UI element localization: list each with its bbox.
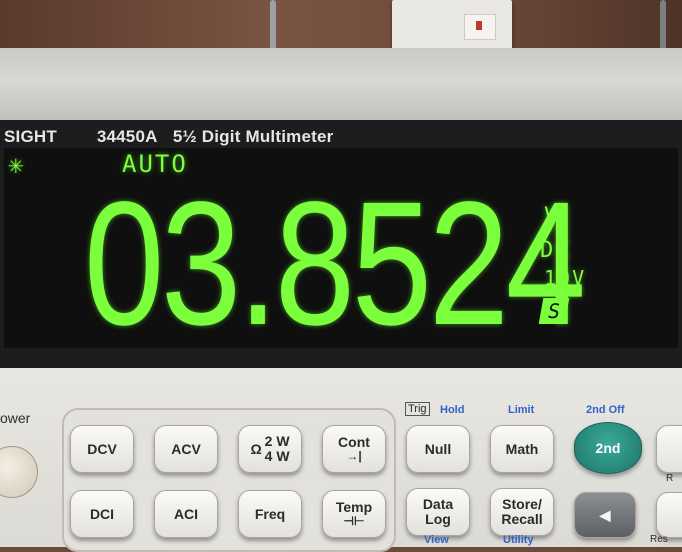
right-edge-button[interactable] [656, 425, 682, 473]
continuity-button[interactable]: Cont →| [322, 425, 386, 473]
acv-button[interactable]: ACV [154, 425, 218, 473]
range-annunciator: 10V [544, 266, 587, 290]
recall-label: Recall [501, 511, 543, 527]
view-label: View [424, 534, 449, 546]
right-edge-button-2[interactable] [656, 492, 682, 538]
ohm-2w-label: 2 W [264, 433, 290, 450]
meter-top-cover [0, 48, 682, 126]
temp-label: Temp [335, 499, 373, 516]
wall-socket [392, 0, 512, 52]
math-button[interactable]: Math [490, 425, 554, 473]
dcv-button[interactable]: DCV [70, 425, 134, 473]
dci-button[interactable]: DCI [70, 490, 134, 538]
measurement-reading: 03.8524 [84, 166, 586, 362]
temp-button[interactable]: Temp ⊣⊢ [322, 490, 386, 538]
power-label: ower [0, 410, 31, 426]
ohm-button[interactable]: Ω 2 W 4 W [238, 425, 302, 473]
unit-annunciator: V [544, 204, 558, 229]
hold-label: Hold [440, 404, 465, 416]
brand-fragment: SIGHT [4, 127, 57, 146]
left-arrow-button[interactable]: ◀ [574, 492, 636, 538]
store-recall-button[interactable]: Store/ Recall [490, 488, 554, 536]
indicator-icon: ✳ [8, 150, 24, 180]
model-description: 5½ Digit Multimeter [172, 127, 334, 146]
res-label: Res [650, 534, 668, 545]
trig-label: Trig [405, 402, 430, 416]
second-off-label: 2nd Off [586, 404, 625, 416]
ohm-symbol: Ω [250, 440, 262, 457]
utility-label: Utility [503, 534, 534, 546]
model-number: 34450A [96, 127, 157, 146]
ohm-4w-label: 4 W [264, 448, 290, 464]
second-button[interactable]: 2nd [574, 422, 642, 474]
ohm-labels: 2 W 4 W [265, 434, 290, 463]
log-label: Log [425, 511, 451, 527]
s-badge: S [538, 298, 570, 324]
data-label: Data [422, 496, 454, 513]
capacitor-icon: ⊣⊢ [343, 514, 365, 529]
socket-switch [464, 14, 496, 40]
diode-icon: →| [346, 449, 362, 464]
null-button[interactable]: Null [406, 425, 470, 473]
r-label: R [666, 473, 674, 484]
model-label: SIGHT 34450A 5½ Digit Multimeter [4, 127, 333, 147]
data-log-button[interactable]: Data Log [406, 488, 470, 536]
freq-button[interactable]: Freq [238, 490, 302, 538]
aci-button[interactable]: ACI [154, 490, 218, 538]
cont-label: Cont [338, 434, 370, 451]
store-label: Store/ [502, 496, 542, 513]
limit-label: Limit [508, 404, 535, 416]
mode-annunciator: DC [540, 238, 573, 263]
